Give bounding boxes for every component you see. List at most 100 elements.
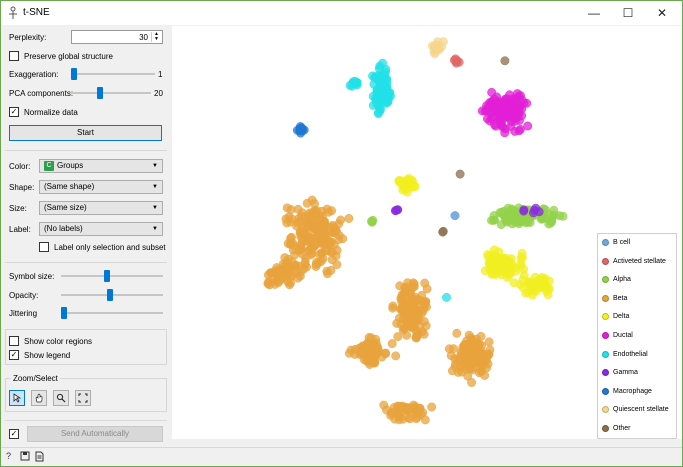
legend-item[interactable]: Endothelial — [602, 350, 648, 358]
preserve-global-check-icon[interactable] — [9, 51, 19, 61]
legend-label: Macrophage — [613, 387, 652, 395]
divider — [5, 262, 167, 263]
slider-thumb[interactable] — [97, 87, 103, 99]
opacity-slider[interactable] — [61, 289, 163, 301]
legend-item[interactable]: Beta — [602, 294, 627, 302]
start-button[interactable]: Start — [9, 125, 162, 141]
pca-slider[interactable] — [71, 87, 151, 99]
zoom-select-title: Zoom/Select — [11, 374, 60, 383]
send-automatically-button[interactable]: Send Automatically — [27, 426, 163, 442]
maximize-icon: ☐ — [622, 6, 634, 20]
scatter-point — [449, 344, 458, 354]
scatter-point — [327, 206, 337, 216]
show-color-regions-checkbox[interactable]: Show color regions — [9, 334, 92, 348]
scatter-point — [442, 292, 451, 302]
legend-item[interactable]: Gamma — [602, 369, 638, 377]
scatter-point — [263, 270, 273, 280]
preserve-global-checkbox[interactable]: Preserve global structure — [9, 49, 113, 63]
spin-arrows-icon[interactable]: ▲ ▼ — [151, 32, 161, 42]
legend-item[interactable]: Other — [602, 425, 631, 432]
scatter-point — [480, 266, 490, 276]
scatter-point — [326, 265, 336, 275]
save-image-icon[interactable] — [20, 451, 31, 463]
help-icon[interactable]: ? — [6, 451, 17, 463]
scatter-point — [455, 362, 465, 372]
hand-icon — [35, 393, 43, 403]
scatter-point — [457, 349, 467, 359]
scatter-point — [315, 214, 325, 224]
label-only-selection-label: Label only selection and subset — [54, 242, 166, 252]
legend-item[interactable]: Delta — [602, 313, 629, 321]
slider-thumb[interactable] — [107, 289, 113, 301]
scatter-point — [536, 277, 546, 287]
minimize-button[interactable]: — — [577, 1, 611, 25]
select-tool-button[interactable] — [9, 390, 25, 406]
close-button[interactable]: ✕ — [645, 1, 679, 25]
pca-label: PCA components: — [9, 89, 74, 98]
scatter-point — [467, 378, 477, 387]
slider-thumb[interactable] — [104, 270, 110, 282]
fit-view-icon — [78, 393, 88, 403]
show-legend-checkbox[interactable]: ✓ Show legend — [9, 348, 70, 362]
reset-zoom-button[interactable] — [75, 390, 91, 406]
scatter-point — [382, 405, 391, 415]
zoom-tool-button[interactable] — [53, 390, 69, 406]
report-icon[interactable] — [34, 451, 45, 463]
exaggeration-value: 1 — [158, 70, 163, 79]
legend-item[interactable]: Alpha — [602, 276, 631, 284]
scatter-point — [290, 266, 300, 276]
legend-label: Other — [613, 425, 631, 432]
slider-thumb[interactable] — [61, 307, 67, 319]
legend-item[interactable]: Ductal — [602, 332, 633, 339]
legend-color-swatch — [602, 406, 609, 414]
normalize-check-icon[interactable]: ✓ — [9, 107, 19, 117]
legend-label: Gamma — [613, 369, 638, 377]
perplexity-spinbox[interactable]: 30 ▲ ▼ — [71, 30, 163, 44]
scatter-point — [277, 266, 286, 276]
send-auto-check-icon[interactable]: ✓ — [9, 429, 19, 439]
color-combo[interactable]: C Groups ▼ — [39, 159, 163, 173]
label-value: (No labels) — [44, 224, 83, 233]
maximize-button[interactable]: ☐ — [611, 1, 645, 25]
legend-item[interactable]: Quiescent stellate — [602, 406, 669, 414]
scatter-point — [438, 226, 448, 236]
scatter-point — [528, 208, 538, 218]
legend-item[interactable]: B cell — [602, 239, 630, 246]
scatter-point — [301, 234, 311, 244]
legend-color-swatch — [602, 257, 609, 265]
scatter-point — [391, 351, 401, 361]
label-combo[interactable]: (No labels) ▼ — [39, 222, 163, 236]
legend-color-swatch — [602, 313, 609, 321]
symbol-size-slider[interactable] — [61, 270, 163, 282]
scatter-point — [311, 262, 321, 271]
scatter-point — [332, 245, 342, 255]
jittering-slider[interactable] — [61, 307, 163, 319]
scatter-point — [422, 284, 432, 294]
scatter-point — [295, 125, 305, 135]
normalize-checkbox[interactable]: ✓ Normalize data — [9, 105, 78, 119]
scatter-point — [378, 58, 388, 68]
show-legend-check-icon[interactable]: ✓ — [9, 350, 19, 360]
tsne-window: t-SNE — ☐ ✕ Perplexity: 30 ▲ ▼ Preserve g… — [0, 0, 683, 467]
exaggeration-slider[interactable] — [71, 68, 155, 80]
shape-value: (Same shape) — [44, 182, 95, 191]
slider-thumb[interactable] — [71, 68, 77, 80]
color-value: Groups — [57, 161, 84, 170]
chevron-down-icon: ▼ — [152, 184, 158, 190]
scatter-point — [370, 73, 380, 83]
scatter-point — [494, 247, 504, 257]
pan-tool-button[interactable] — [31, 390, 47, 406]
slider-track — [61, 312, 163, 314]
legend-item[interactable]: Activeted stellate — [602, 257, 666, 265]
scatter-point — [510, 116, 520, 126]
size-combo[interactable]: (Same size) ▼ — [39, 201, 163, 215]
label-only-check-icon[interactable] — [39, 242, 49, 252]
scatter-point — [304, 212, 314, 222]
shape-combo[interactable]: (Same shape) ▼ — [39, 180, 163, 194]
legend-item[interactable]: Macrophage — [602, 387, 652, 395]
scatter-point — [524, 277, 534, 287]
scatter-point — [469, 343, 479, 353]
label-only-selection-checkbox[interactable]: Label only selection and subset — [39, 240, 166, 254]
show-color-regions-check-icon[interactable] — [9, 336, 19, 346]
plot-legend[interactable]: B cell Activeted stellate Alpha Beta Delta Du… — [597, 233, 677, 439]
